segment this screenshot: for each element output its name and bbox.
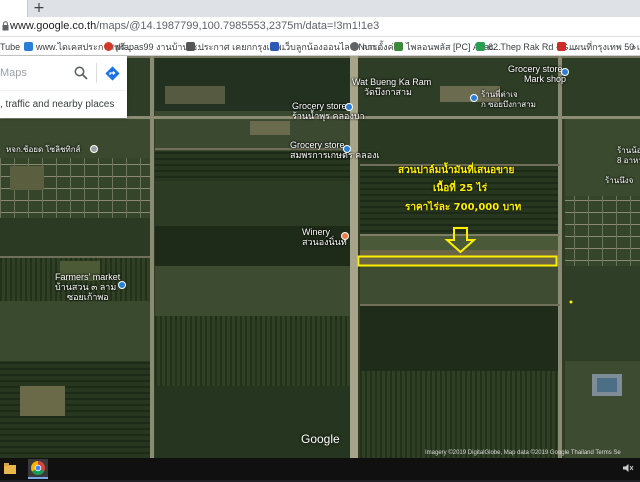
place-pin-icon[interactable] [90, 145, 98, 153]
url-text: www.google.co.th/maps/@14.1987799,100.79… [10, 20, 379, 32]
address-bar[interactable]: www.google.co.th/maps/@14.1987799,100.79… [0, 17, 640, 37]
new-tab-button[interactable]: + [32, 0, 46, 17]
place-name: หจก.ช้อยด โซลิชทิกส์ [6, 145, 81, 154]
bookmark-item[interactable]: การตั้งค่า [350, 40, 399, 53]
place-name: Grocery store [290, 140, 345, 150]
shopping-pin-icon[interactable] [118, 281, 126, 289]
map-attribution[interactable]: Imagery ©2019 DigitalGlobe, Map data ©20… [425, 450, 621, 458]
search-box[interactable]: Maps [0, 56, 127, 91]
file-explorer-icon[interactable] [4, 463, 16, 474]
place-name: ร้านน้อ [617, 146, 640, 155]
advert-price: ราคาไร่ละ 700,000 บาท [405, 202, 522, 213]
bookmarks-bar: Tube www.ไดเคสประกาศฟรี... prapas99 งานบ… [0, 37, 640, 56]
place-name: Winery [302, 227, 331, 237]
chrome-taskbar-button[interactable] [28, 459, 48, 479]
url-path: /maps/@14.1987799,100.7985553,2375m/data… [96, 20, 380, 32]
search-panel: Maps , traffic and nearby places [0, 56, 127, 118]
site-favicon-icon [270, 42, 279, 51]
bookmark-label: » [631, 41, 637, 52]
place-label-shop-edge[interactable]: ร้านน้อ8 อาหาร [617, 146, 640, 166]
bookmark-label: แผนที่กรุงเทพ 50 และ... [569, 41, 640, 52]
speaker-icon[interactable] [622, 463, 634, 473]
bookmark-item[interactable]: Tube [0, 40, 20, 53]
search-divider [96, 63, 97, 83]
advert-title: สวนปาล์มน้ำมันที่เสนอขาย [398, 165, 515, 176]
search-input[interactable]: Maps [0, 67, 27, 79]
winery-pin-icon[interactable] [341, 232, 349, 240]
home-icon [186, 42, 195, 51]
bookmarks-overflow-button[interactable]: » [631, 40, 636, 53]
place-name-th: บ้านสวน ๓ ลาม [55, 282, 117, 292]
place-name: Grocery store [508, 64, 563, 74]
tab-strip: + [0, 0, 640, 17]
place-name-th: สมพรการเกษตร คลองเ [290, 150, 380, 160]
shopping-pin-icon[interactable] [470, 94, 478, 102]
down-arrow-icon [444, 227, 477, 254]
bookmark-label: Tube [0, 41, 21, 52]
shopping-pin-icon[interactable] [345, 103, 353, 111]
place-label-grocery-2[interactable]: Grocery store สมพรการเกษตร คลองเ [290, 140, 380, 160]
place-label-farmers-market[interactable]: Farmers' market บ้านสวน ๓ ลาม ซอยเก้าพอ [55, 272, 120, 302]
shopping-pin-icon[interactable] [561, 68, 569, 76]
url-domain: www.google.co.th [10, 20, 97, 32]
place-name-th: ร้านน้ำพุร คลองบา [292, 111, 365, 121]
lock-icon [2, 21, 9, 31]
place-name: ก ซอยบึงกาสาม [481, 100, 536, 109]
search-icon[interactable] [74, 66, 88, 80]
place-name-th: วัดบึงกาสาม [364, 87, 412, 97]
place-name: Grocery store [292, 101, 347, 111]
place-name-th: สวนองนิ่นท์ [302, 237, 347, 247]
place-name: Wat Bueng Ka Ram [352, 77, 432, 87]
chrome-icon [31, 461, 45, 475]
place-label-shop[interactable]: ร้านพี่ต่าเจก ซอยบึงกาสาม [481, 90, 536, 110]
advert-area: เนื้อที่ 25 ไร่ [433, 183, 488, 194]
browser-tab[interactable] [0, 0, 28, 17]
layers-hint[interactable]: , traffic and nearby places [0, 91, 127, 118]
place-name: 8 อาหาร [617, 156, 640, 165]
site-favicon-icon [557, 42, 566, 51]
maps-favicon-icon [476, 42, 485, 51]
place-label-shop-edge-2[interactable]: ร้านนึงจ [605, 176, 633, 186]
plot-outline [357, 255, 558, 267]
site-favicon-icon [24, 42, 33, 51]
shopping-pin-icon[interactable] [343, 145, 351, 153]
place-label-company[interactable]: หจก.ช้อยด โซลิชทิกส์ [6, 145, 80, 155]
place-label-grocery-1[interactable]: Grocery store ร้านน้ำพุร คลองบา [292, 101, 365, 121]
site-favicon-icon [104, 42, 113, 51]
place-name: Farmers' market [55, 272, 121, 282]
site-favicon-icon [394, 42, 403, 51]
place-name-th: ซอยเก้าพอ [67, 292, 109, 302]
directions-icon[interactable] [105, 66, 120, 81]
bookmark-item[interactable]: แผนที่กรุงเทพ 50 และ... [557, 40, 640, 53]
taskbar [0, 458, 640, 480]
place-label-winery[interactable]: Winery สวนองนิ่นท์ [302, 227, 347, 247]
gear-icon [350, 42, 359, 51]
place-label-grocery-3[interactable]: Grocery store Mark shop [508, 64, 566, 84]
marker-dot [569, 300, 573, 304]
place-label-wat[interactable]: Wat Bueng Ka Ram วัดบึงกาสาม [352, 77, 431, 97]
place-name: ร้านนึงจ [605, 176, 634, 185]
google-logo: Google [301, 432, 340, 446]
place-name: ร้านพี่ต่าเจ [481, 90, 518, 99]
place-name-th: Mark shop [524, 74, 567, 84]
